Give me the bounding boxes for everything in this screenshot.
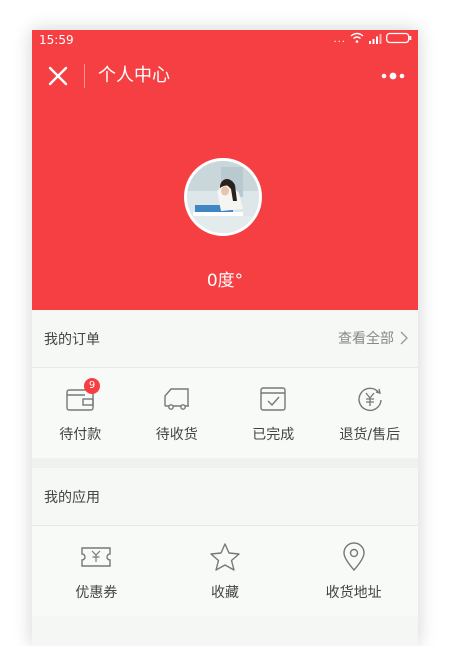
order-refund[interactable]: 退货/售后 bbox=[322, 368, 419, 458]
order-pending-receipt[interactable]: 待收货 bbox=[129, 368, 226, 458]
app-address-label: 收货地址 bbox=[325, 585, 382, 601]
close-button[interactable] bbox=[46, 64, 70, 88]
signal-icon bbox=[368, 33, 382, 47]
order-pending-payment-label: 待付款 bbox=[59, 427, 102, 443]
app-favorites[interactable]: 收藏 bbox=[161, 526, 290, 616]
more-button[interactable] bbox=[380, 65, 406, 87]
completed-box-icon bbox=[258, 384, 288, 418]
battery-icon bbox=[386, 32, 412, 47]
chevron-right-icon bbox=[400, 331, 408, 345]
apps-grid: 优惠券 收藏 收货地址 bbox=[32, 526, 418, 616]
apps-header: 我的应用 bbox=[32, 468, 418, 526]
order-pending-payment[interactable]: 9 待付款 bbox=[32, 368, 129, 458]
order-completed-label: 已完成 bbox=[252, 427, 295, 443]
phone-screen: 15:59 ... 个人中心 0度° 我的订单 查看全部 9 待付款 待收货 已… bbox=[32, 30, 418, 646]
orders-grid: 9 待付款 待收货 已完成 退货/售后 bbox=[32, 368, 418, 458]
star-icon bbox=[209, 542, 241, 576]
view-all-orders-link[interactable]: 查看全部 bbox=[338, 328, 408, 348]
app-coupons[interactable]: 优惠券 bbox=[32, 526, 161, 616]
section-gap bbox=[32, 458, 418, 468]
nav-divider bbox=[84, 64, 85, 88]
app-coupons-label: 优惠券 bbox=[75, 585, 118, 601]
profile-header: 个人中心 0度° bbox=[32, 50, 418, 310]
wifi-icon bbox=[350, 32, 364, 47]
orders-title: 我的订单 bbox=[44, 332, 100, 348]
order-completed[interactable]: 已完成 bbox=[225, 368, 322, 458]
bottom-area bbox=[32, 616, 418, 646]
location-pin-icon bbox=[339, 542, 369, 576]
username: 0度° bbox=[206, 271, 244, 291]
app-favorites-label: 收藏 bbox=[211, 585, 239, 601]
avatar-photo-icon bbox=[187, 161, 259, 233]
pending-payment-badge: 9 bbox=[84, 378, 100, 394]
truck-icon bbox=[162, 384, 192, 418]
status-icons: ... bbox=[333, 32, 412, 47]
view-all-label: 查看全部 bbox=[338, 331, 394, 347]
close-icon bbox=[48, 66, 68, 86]
status-bar: 15:59 ... bbox=[32, 30, 418, 50]
apps-title: 我的应用 bbox=[44, 490, 100, 506]
refund-yen-icon bbox=[355, 384, 385, 418]
page-title: 个人中心 bbox=[98, 65, 170, 86]
avatar[interactable] bbox=[184, 158, 262, 236]
coupon-icon bbox=[80, 542, 112, 576]
status-time: 15:59 bbox=[39, 33, 74, 47]
orders-header: 我的订单 查看全部 bbox=[32, 310, 418, 368]
status-dots: ... bbox=[333, 33, 346, 45]
order-refund-label: 退货/售后 bbox=[339, 427, 401, 443]
app-address[interactable]: 收货地址 bbox=[289, 526, 418, 616]
nav-bar: 个人中心 bbox=[32, 50, 418, 102]
order-pending-receipt-label: 待收货 bbox=[155, 427, 198, 443]
more-dots-icon bbox=[381, 72, 405, 80]
